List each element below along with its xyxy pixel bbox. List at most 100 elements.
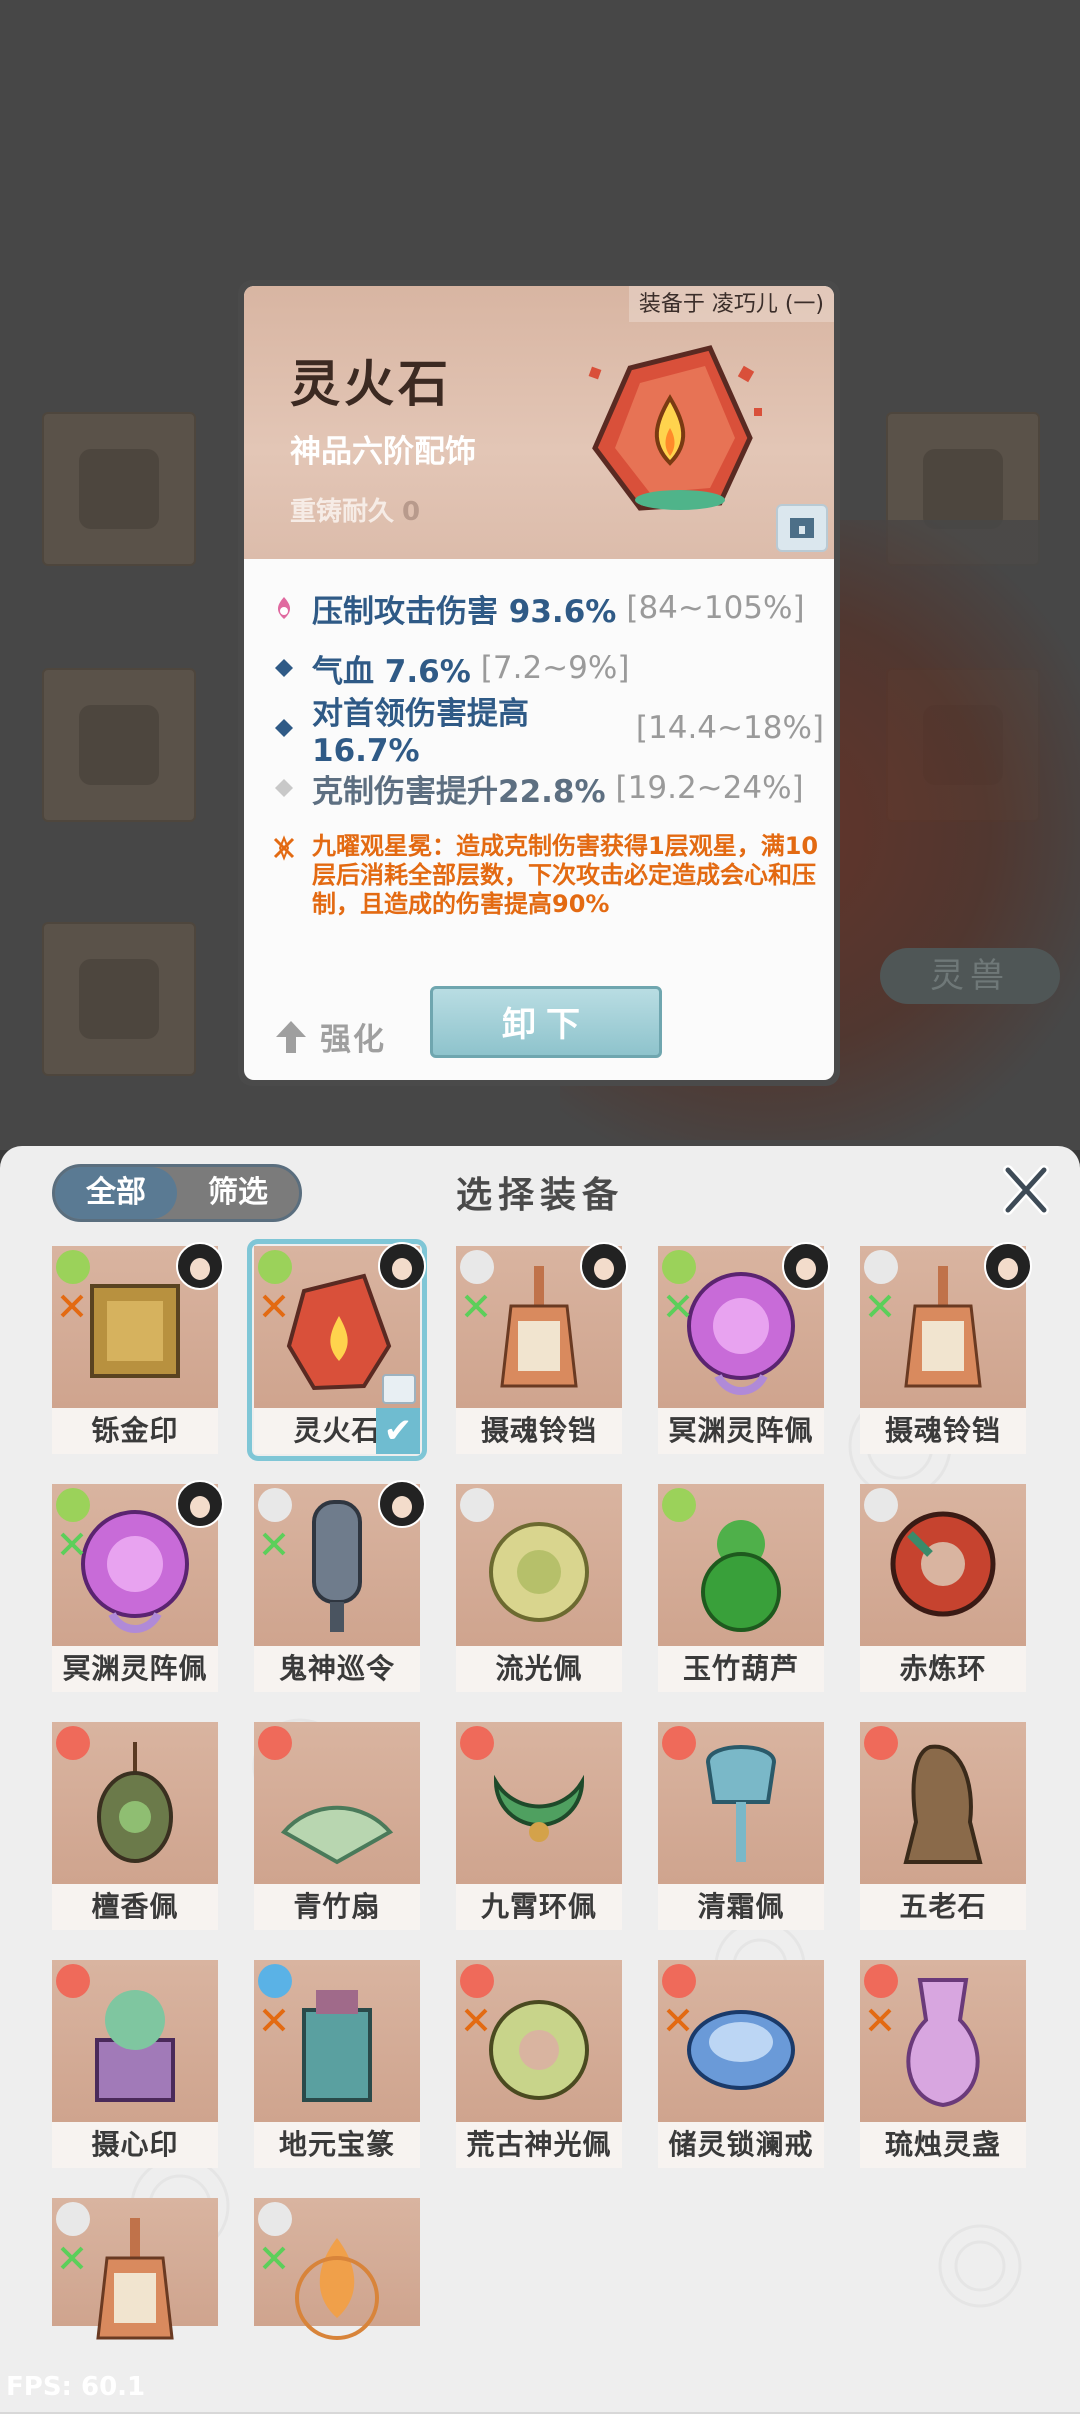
equipment-name: 檀香佩 [52, 1884, 218, 1930]
stat-row: 克制伤害提升22.8% [19.2~24%] [270, 758, 824, 818]
element-type-icon [864, 1488, 898, 1522]
item-name: 灵火石 [290, 354, 452, 413]
equipment-detail-card: 装备于 凌巧儿 (一) 灵火石 神品六阶配饰 重铸耐久 0 压制攻击伤害 93.… [238, 280, 840, 1086]
element-type-icon [864, 1964, 898, 1998]
equipment-name: 玉竹葫芦 [658, 1646, 824, 1692]
element-type-icon [56, 1488, 90, 1522]
lock-icon [790, 518, 814, 538]
stat-range: [84~105%] [626, 590, 805, 626]
lock-icon [382, 1374, 416, 1404]
equipment-tile[interactable]: 荒古神光佩 [456, 1960, 622, 2168]
bg-equip-slot [42, 922, 196, 1076]
flame-icon [270, 594, 298, 622]
equipment-tile[interactable]: 流光佩 [456, 1484, 622, 1692]
owner-avatar [176, 1242, 224, 1290]
set-bonus-icon [58, 1530, 86, 1558]
set-bonus-icon [260, 2244, 288, 2272]
equipment-tile[interactable]: 摄魂铃铛 [860, 1242, 1032, 1454]
equipment-tile[interactable]: 玉竹葫芦 [658, 1484, 824, 1692]
fps-counter: FPS: 60.1 [6, 2372, 146, 2402]
stats-list: 压制攻击伤害 93.6% [84~105%] 气血 7.6% [7.2~9%] … [270, 578, 824, 919]
unequip-button[interactable]: 卸下 [430, 986, 662, 1058]
stat-range: [14.4~18%] [635, 710, 824, 746]
equipment-name: 铄金印 [52, 1408, 218, 1454]
bg-equip-slot [42, 668, 196, 822]
strengthen-label: 强化 [320, 1022, 386, 1058]
stat-name: 气血 7.6% [312, 653, 471, 690]
set-bonus-icon [260, 1292, 288, 1320]
equipment-name: 鬼神巡令 [254, 1646, 420, 1692]
equipment-name: 清霜佩 [658, 1884, 824, 1930]
equipment-name: 荒古神光佩 [456, 2122, 622, 2168]
element-type-icon [662, 1250, 696, 1284]
equipment-tile[interactable]: 摄魂铃铛 [456, 1242, 628, 1454]
set-bonus-icon [260, 2006, 288, 2034]
set-bonus-icon [260, 1530, 288, 1558]
owner-avatar [580, 1242, 628, 1290]
equipment-tile[interactable]: 清霜佩 [658, 1722, 824, 1930]
stat-row: 压制攻击伤害 93.6% [84~105%] [270, 578, 824, 638]
equipment-tile[interactable]: 冥渊灵阵佩 [52, 1480, 224, 1692]
equipment-tile[interactable]: 青竹扇 [254, 1722, 420, 1930]
element-type-icon [460, 1488, 494, 1522]
equipment-tile[interactable]: 灵火石 ✔ [247, 1239, 427, 1461]
equipment-name: 琉烛灵盏 [860, 2122, 1026, 2168]
equipment-name: 九霄环佩 [456, 1884, 622, 1930]
owner-avatar [378, 1480, 426, 1528]
equipment-tile[interactable] [254, 2198, 420, 2340]
set-bonus-icon [664, 2006, 692, 2034]
owner-avatar [984, 1242, 1032, 1290]
equipment-tile[interactable]: 鬼神巡令 [254, 1480, 426, 1692]
set-bonus-icon [866, 1292, 894, 1320]
stat-range: [7.2~9%] [480, 650, 630, 686]
reforge-value: 0 [402, 497, 421, 527]
equipment-tile[interactable]: 赤炼环 [860, 1484, 1026, 1692]
equipped-by-label: 装备于 凌巧儿 (一) [628, 286, 834, 322]
set-bonus-icon [462, 1292, 490, 1320]
equipment-tile[interactable]: 冥渊灵阵佩 [658, 1242, 830, 1454]
element-type-icon [258, 1964, 292, 1998]
equipment-tile[interactable]: 地元宝篆 [254, 1960, 420, 2168]
element-type-icon [258, 2202, 292, 2236]
equipment-tile[interactable]: 檀香佩 [52, 1722, 218, 1930]
close-icon[interactable] [998, 1162, 1054, 1218]
stat-name: 压制攻击伤害 93.6% [312, 593, 617, 630]
item-grade: 神品六阶配饰 [290, 434, 476, 470]
equipment-tile[interactable]: 琉烛灵盏 [860, 1960, 1026, 2168]
element-type-icon [56, 1964, 90, 1998]
element-type-icon [460, 1250, 494, 1284]
equipment-name: 地元宝篆 [254, 2122, 420, 2168]
set-bonus-icon [866, 2006, 894, 2034]
element-type-icon [460, 1726, 494, 1760]
equipment-name: 赤炼环 [860, 1646, 1026, 1692]
element-type-icon [864, 1726, 898, 1760]
owner-avatar [176, 1480, 224, 1528]
panel-title: 选择装备 [455, 1175, 624, 1216]
equipment-tile[interactable]: 摄心印 [52, 1960, 218, 2168]
lock-button[interactable] [776, 504, 828, 552]
strengthen-button[interactable]: 强化 [274, 1014, 386, 1059]
element-type-icon [662, 1726, 696, 1760]
equipment-name: 摄心印 [52, 2122, 218, 2168]
equipment-name: 摄魂铃铛 [860, 1408, 1026, 1454]
arrow-up-icon [276, 1020, 306, 1053]
equipment-name: 储灵锁澜戒 [658, 2122, 824, 2168]
equipment-tile[interactable]: 九霄环佩 [456, 1722, 622, 1930]
set-bonus-icon [462, 2006, 490, 2034]
diamond-icon [270, 714, 298, 742]
equipment-name: 流光佩 [456, 1646, 622, 1692]
element-type-icon [258, 1250, 292, 1284]
pet-button[interactable]: 灵兽 [880, 948, 1060, 1004]
stat-name: 对首领伤害提高 16.7% [312, 695, 529, 769]
equipment-name: 五老石 [860, 1884, 1026, 1930]
diamond-grey-icon [270, 774, 298, 802]
equipment-tile[interactable]: 铄金印 [52, 1242, 224, 1454]
equipment-tile[interactable]: 五老石 [860, 1722, 1026, 1930]
equipment-name: 冥渊灵阵佩 [658, 1408, 824, 1454]
equipment-tile[interactable] [52, 2198, 218, 2340]
equipment-name: 青竹扇 [254, 1884, 420, 1930]
equipment-tile[interactable]: 储灵锁澜戒 [658, 1960, 824, 2168]
owner-avatar [378, 1242, 426, 1290]
reforge-durability: 重铸耐久 0 [290, 491, 420, 528]
set-bonus-icon [58, 1292, 86, 1320]
